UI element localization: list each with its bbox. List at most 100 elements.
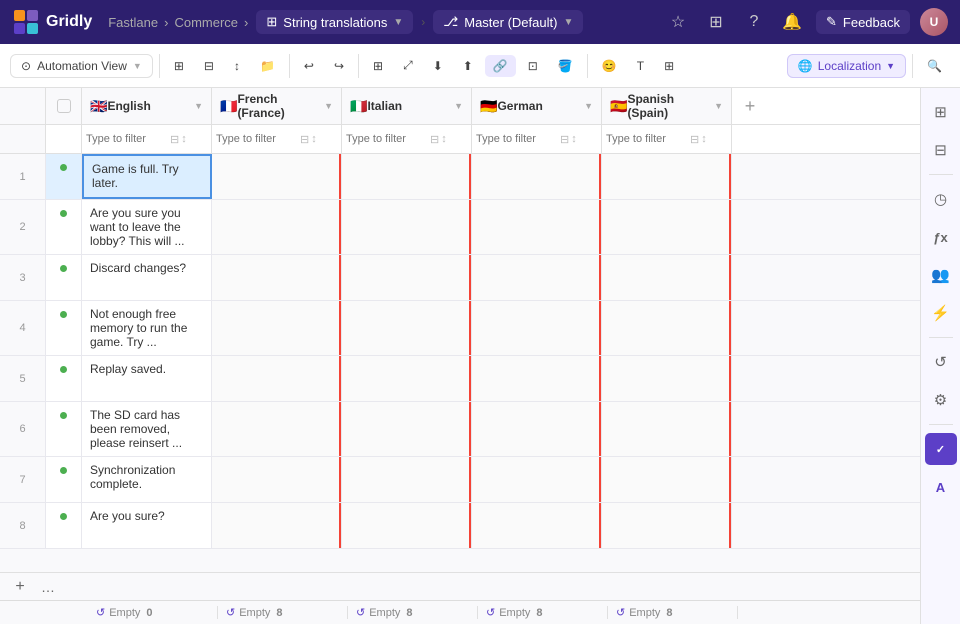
- sidebar-icon-integrations[interactable]: ⚡: [925, 297, 957, 329]
- undo-button[interactable]: ↩: [296, 55, 322, 77]
- sidebar-icon-refresh[interactable]: ↺: [925, 346, 957, 378]
- french-cell-2[interactable]: [212, 200, 342, 254]
- link-button[interactable]: 🔗: [485, 55, 516, 77]
- german-cell-5[interactable]: [472, 356, 602, 401]
- spanish-cell-4[interactable]: [602, 301, 732, 355]
- filter-button[interactable]: ⊟: [196, 55, 222, 77]
- german-cell-4[interactable]: [472, 301, 602, 355]
- italian-cell-5[interactable]: [342, 356, 472, 401]
- german-cell-8[interactable]: [472, 503, 602, 548]
- french-filter-order-icon[interactable]: ↕: [311, 133, 317, 146]
- spanish-filter-sort-icon[interactable]: ⊟: [690, 133, 699, 146]
- italian-cell-6[interactable]: [342, 402, 472, 456]
- english-cell-4[interactable]: Not enough free memory to run the game. …: [82, 301, 212, 355]
- french-cell-3[interactable]: [212, 255, 342, 300]
- select-all-checkbox[interactable]: [57, 99, 71, 113]
- sidebar-icon-filter[interactable]: ⊟: [925, 134, 957, 166]
- italian-cell-8[interactable]: [342, 503, 472, 548]
- italian-cell-1[interactable]: [342, 154, 472, 199]
- spanish-filter-input[interactable]: [606, 133, 686, 145]
- german-cell-6[interactable]: [472, 402, 602, 456]
- fill-button[interactable]: 🪣: [550, 55, 581, 77]
- text-button[interactable]: T: [629, 55, 652, 77]
- search-button[interactable]: 🔍: [919, 55, 950, 77]
- automation-view-selector[interactable]: ⊙ Automation View ▼: [10, 54, 153, 78]
- bell-icon[interactable]: 🔔: [778, 8, 806, 36]
- german-filter-order-icon[interactable]: ↕: [571, 133, 577, 146]
- french-cell-6[interactable]: [212, 402, 342, 456]
- spanish-cell-3[interactable]: [602, 255, 732, 300]
- col-header-french[interactable]: 🇫🇷 French (France) ▼: [212, 88, 342, 124]
- sidebar-icon-users[interactable]: 👥: [925, 259, 957, 291]
- german-cell-2[interactable]: [472, 200, 602, 254]
- spanish-cell-1[interactable]: [602, 154, 732, 199]
- english-filter-input[interactable]: [86, 133, 166, 145]
- add-row-button[interactable]: +: [6, 578, 34, 596]
- sidebar-icon-columns[interactable]: ⊞: [925, 96, 957, 128]
- expand-button[interactable]: ⤢: [395, 54, 421, 77]
- avatar[interactable]: U: [920, 8, 948, 36]
- show-columns-button[interactable]: ⊞: [166, 55, 192, 77]
- english-cell-8[interactable]: Are you sure?: [82, 503, 212, 548]
- italian-cell-4[interactable]: [342, 301, 472, 355]
- spanish-cell-2[interactable]: [602, 200, 732, 254]
- german-cell-1[interactable]: [472, 154, 602, 199]
- italian-filter-input[interactable]: [346, 133, 426, 145]
- english-cell-2[interactable]: Are you sure you want to leave the lobby…: [82, 200, 212, 254]
- sort-button[interactable]: ↕: [226, 55, 248, 77]
- german-cell-7[interactable]: [472, 457, 602, 502]
- sidebar-icon-formula[interactable]: ƒx: [925, 221, 957, 253]
- german-filter-input[interactable]: [476, 133, 556, 145]
- english-cell-1[interactable]: Game is full. Try later.: [82, 154, 212, 199]
- filter-sort-icon[interactable]: ⊟: [170, 133, 179, 146]
- add-column-button[interactable]: +: [732, 88, 768, 124]
- spanish-cell-5[interactable]: [602, 356, 732, 401]
- french-cell-4[interactable]: [212, 301, 342, 355]
- upload-button[interactable]: ⬆: [455, 55, 481, 77]
- spanish-cell-7[interactable]: [602, 457, 732, 502]
- french-filter-input[interactable]: [216, 133, 296, 145]
- sidebar-icon-history[interactable]: ◷: [925, 183, 957, 215]
- sidebar-icon-active1[interactable]: ✓: [925, 433, 957, 465]
- column-settings-button[interactable]: ⊡: [520, 55, 546, 77]
- redo-button[interactable]: ↪: [326, 55, 352, 77]
- string-translations-pill[interactable]: ⊞ String translations ▼: [256, 10, 413, 34]
- french-cell-5[interactable]: [212, 356, 342, 401]
- emoji-button[interactable]: 😊: [594, 55, 625, 77]
- breadcrumb-section[interactable]: Commerce: [174, 15, 238, 30]
- logo[interactable]: Gridly: [12, 8, 92, 36]
- star-icon[interactable]: ☆: [664, 8, 692, 36]
- col-header-italian[interactable]: 🇮🇹 Italian ▼: [342, 88, 472, 124]
- english-cell-6[interactable]: The SD card has been removed, please rei…: [82, 402, 212, 456]
- download-button[interactable]: ⬇: [425, 55, 451, 77]
- german-cell-3[interactable]: [472, 255, 602, 300]
- german-filter-sort-icon[interactable]: ⊟: [560, 133, 569, 146]
- col-header-english[interactable]: 🇬🇧 English ▼: [82, 88, 212, 124]
- french-cell-1[interactable]: [212, 154, 342, 199]
- english-cell-5[interactable]: Replay saved.: [82, 356, 212, 401]
- sidebar-icon-active2[interactable]: A: [925, 471, 957, 503]
- localization-button[interactable]: 🌐 Localization ▼: [787, 54, 906, 78]
- italian-cell-3[interactable]: [342, 255, 472, 300]
- filter-order-icon[interactable]: ↕: [181, 133, 187, 146]
- folder-button[interactable]: 📁: [252, 55, 283, 77]
- check-header[interactable]: [46, 88, 82, 124]
- grid-view-button[interactable]: ⊞: [656, 55, 682, 77]
- italian-cell-7[interactable]: [342, 457, 472, 502]
- breadcrumb-project[interactable]: Fastlane: [108, 15, 158, 30]
- branch-pill[interactable]: ⎇ Master (Default) ▼: [433, 10, 583, 34]
- sidebar-icon-settings[interactable]: ⚙: [925, 384, 957, 416]
- col-header-german[interactable]: 🇩🇪 German ▼: [472, 88, 602, 124]
- spanish-cell-8[interactable]: [602, 503, 732, 548]
- grid-icon[interactable]: ⊞: [702, 8, 730, 36]
- feedback-button[interactable]: ✎ Feedback: [816, 10, 910, 34]
- italian-filter-order-icon[interactable]: ↕: [441, 133, 447, 146]
- help-icon[interactable]: ?: [740, 8, 768, 36]
- spanish-cell-6[interactable]: [602, 402, 732, 456]
- col-header-spanish[interactable]: 🇪🇸 Spanish (Spain) ▼: [602, 88, 732, 124]
- spanish-filter-order-icon[interactable]: ↕: [701, 133, 707, 146]
- french-filter-sort-icon[interactable]: ⊟: [300, 133, 309, 146]
- french-cell-7[interactable]: [212, 457, 342, 502]
- more-options-button[interactable]: …: [34, 579, 62, 595]
- english-cell-3[interactable]: Discard changes?: [82, 255, 212, 300]
